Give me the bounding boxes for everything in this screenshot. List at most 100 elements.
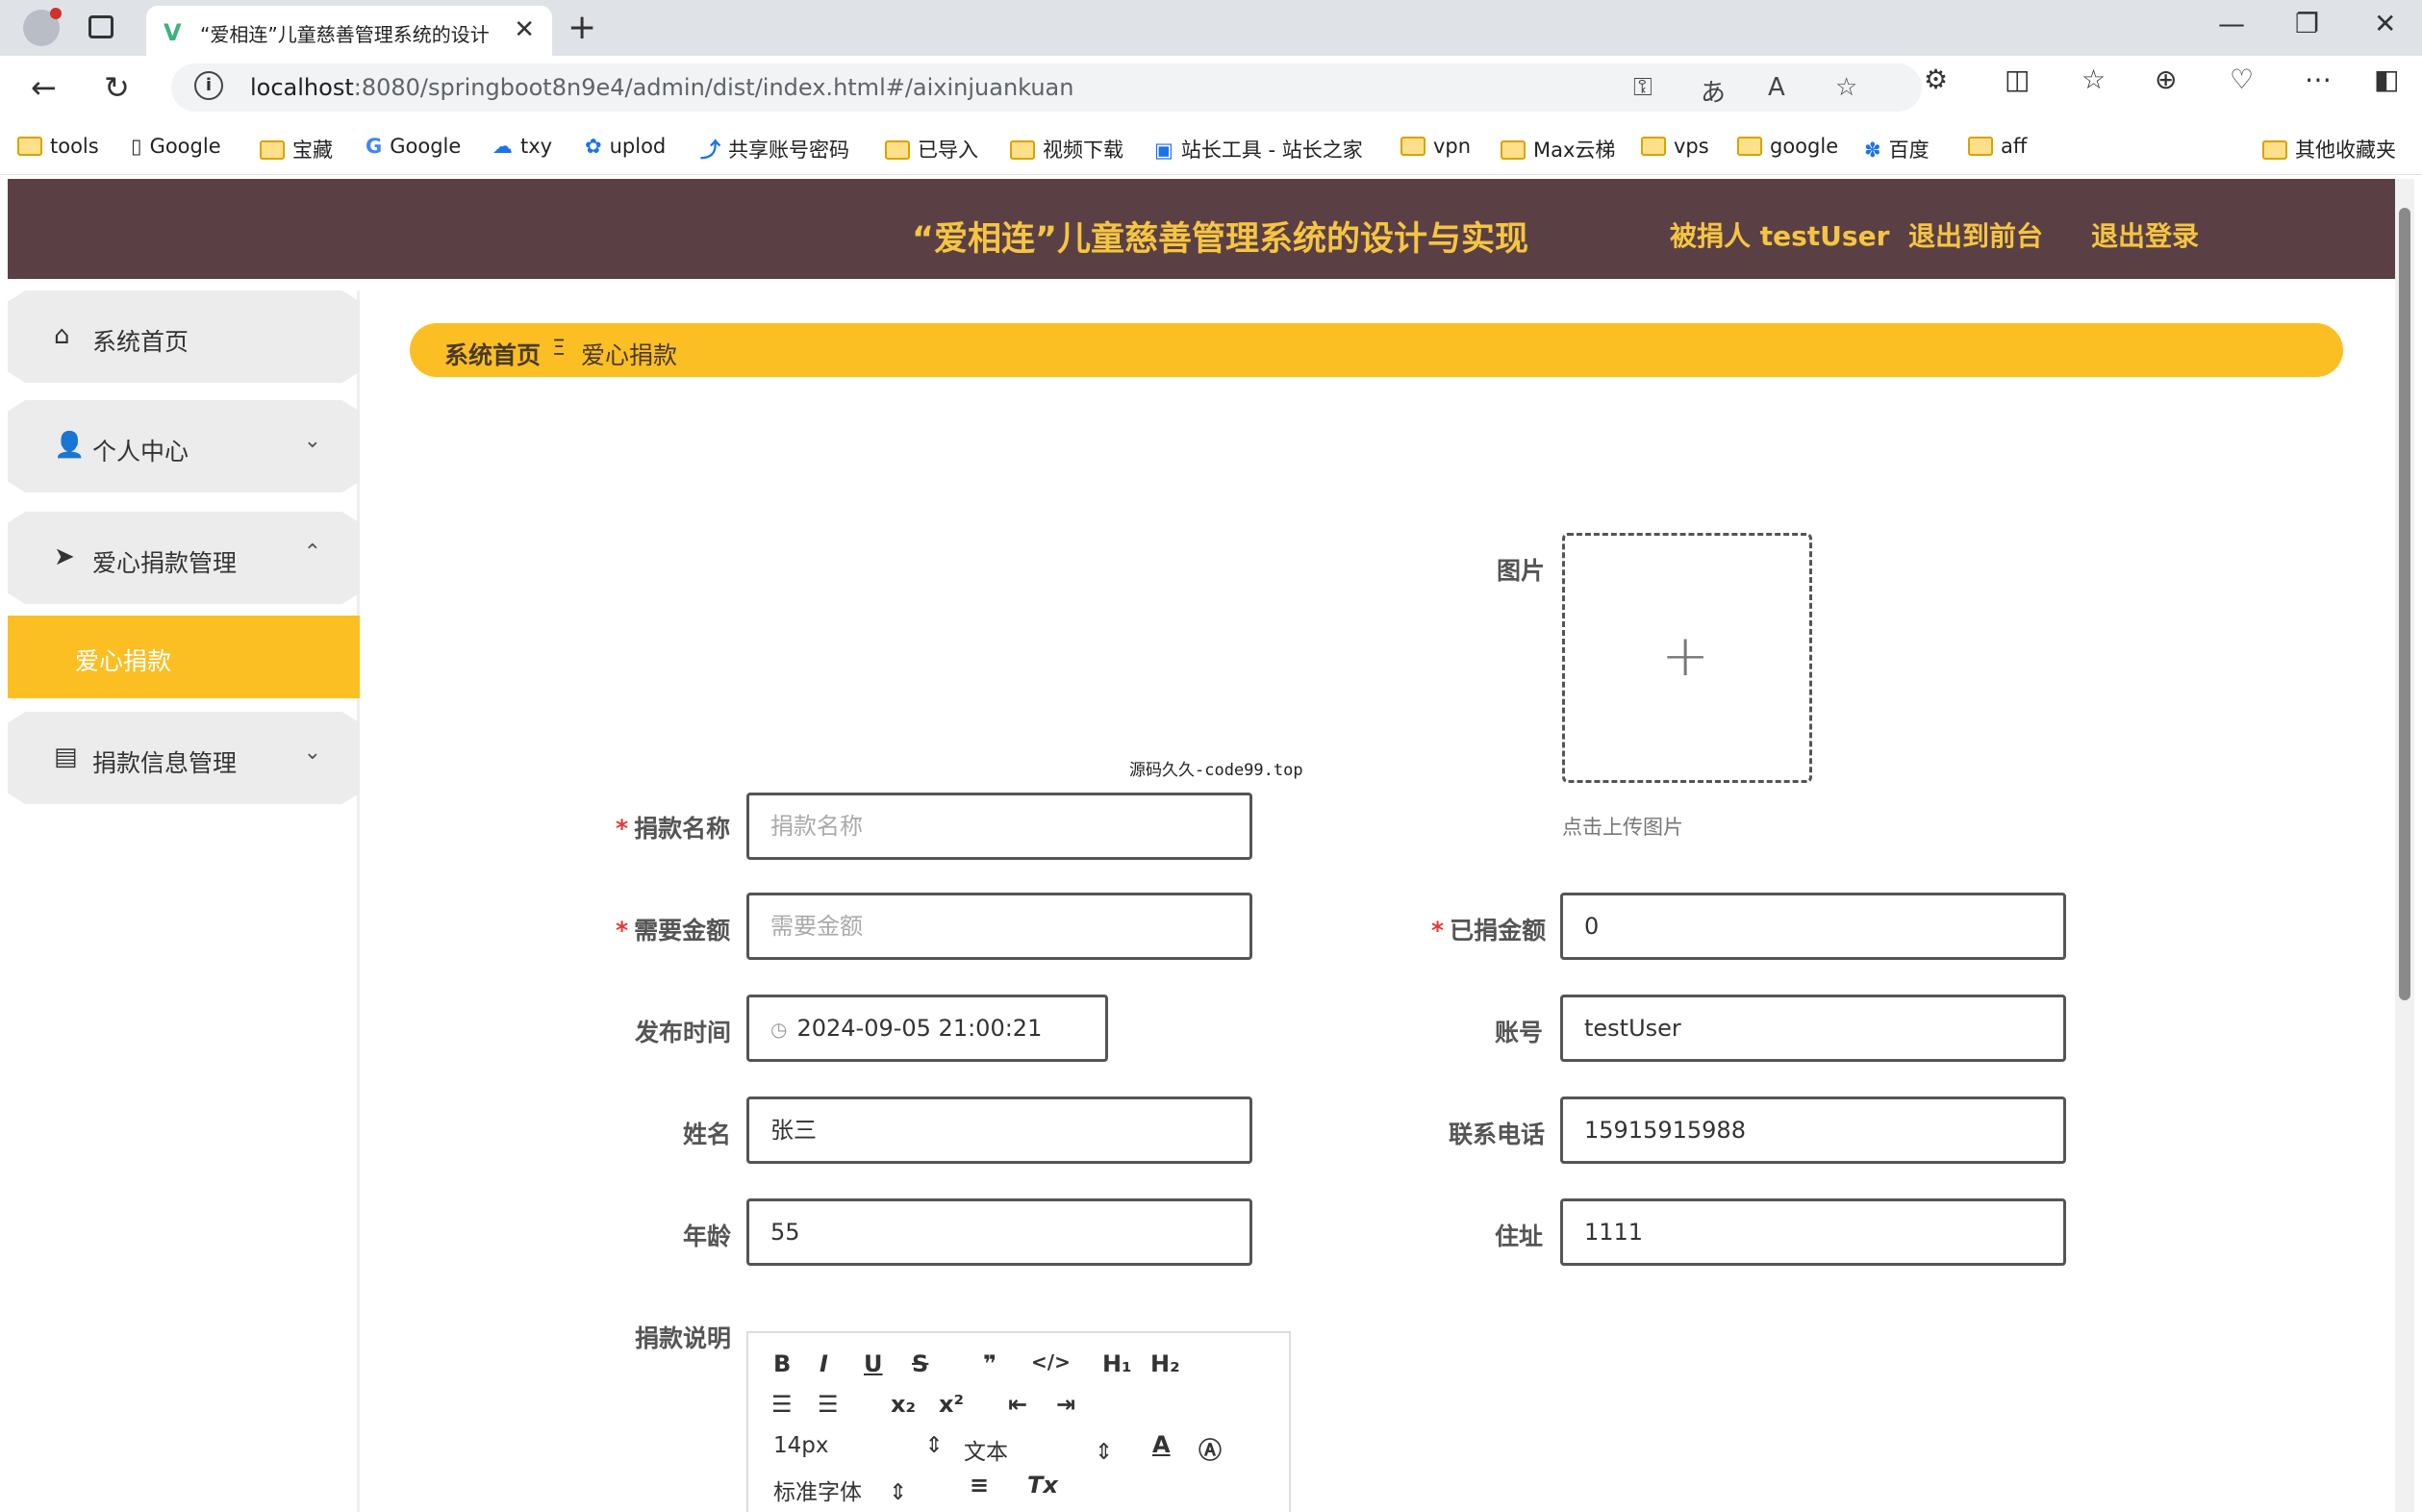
- browser-titlebar: V “爱相连”儿童慈善管理系统的设计 ✕ + — ❐ ✕: [0, 0, 2422, 56]
- bookmark-link[interactable]: ▣ 站长工具 - 站长之家: [1154, 135, 1363, 164]
- bookmark-folder[interactable]: vps: [1641, 135, 1709, 158]
- bookmark-link[interactable]: ▯ Google: [131, 135, 221, 158]
- tab-close-icon[interactable]: ✕: [514, 15, 535, 44]
- baidu-icon: ✽: [1864, 139, 1881, 162]
- folder-icon: [1010, 140, 1035, 160]
- split-screen-icon[interactable]: ◫: [2005, 63, 2030, 95]
- bookmark-folder[interactable]: Max云梯: [1501, 135, 1615, 164]
- code-block-icon[interactable]: </>: [1031, 1350, 1071, 1373]
- donation-name-input[interactable]: 捐款名称: [746, 793, 1252, 860]
- sidebar-toggle-icon[interactable]: ◧: [2374, 63, 2399, 95]
- font-color-icon[interactable]: A: [1152, 1431, 1171, 1458]
- collections-icon[interactable]: ⊕: [2155, 63, 2177, 95]
- tab-actions-icon[interactable]: [88, 15, 114, 38]
- font-family-select[interactable]: 标准字体 ⇕: [773, 1474, 907, 1506]
- sidebar-item-personal[interactable]: 👤 个人中心 ⌄: [8, 400, 360, 492]
- header2-icon[interactable]: H₂: [1150, 1350, 1180, 1377]
- image-upload[interactable]: +: [1562, 533, 1812, 783]
- more-icon[interactable]: ⋯: [2305, 63, 2332, 95]
- subscript-icon[interactable]: x₂: [891, 1391, 916, 1418]
- back-icon[interactable]: ←: [31, 69, 57, 106]
- scroll-thumb[interactable]: [2399, 208, 2410, 1000]
- bookmark-link[interactable]: G Google: [366, 135, 461, 158]
- read-aloud-icon[interactable]: A: [1768, 73, 1785, 102]
- sidebar-subitem-donation[interactable]: 爱心捐款: [8, 616, 360, 698]
- publish-time-picker[interactable]: ◷ 2024-09-05 21:00:21: [746, 995, 1108, 1062]
- bookmark-link[interactable]: ☁ txy: [492, 135, 552, 158]
- sidebar-item-home[interactable]: ⌂ 系统首页: [8, 290, 360, 383]
- key-icon[interactable]: ⚿: [1633, 73, 1653, 103]
- restore-icon[interactable]: ❐: [2295, 8, 2319, 39]
- bookmark-folder[interactable]: 宝藏: [260, 135, 333, 164]
- block-type-select[interactable]: 文本 ⇕: [964, 1433, 1113, 1466]
- new-tab-icon[interactable]: +: [568, 8, 596, 47]
- bookmark-folder[interactable]: google: [1737, 135, 1838, 158]
- bookmark-folder[interactable]: aff: [1968, 135, 2027, 158]
- select-arrows-icon: ⇕: [889, 1480, 908, 1505]
- underline-icon[interactable]: U: [864, 1350, 883, 1377]
- align-icon[interactable]: ≡: [970, 1472, 989, 1499]
- ordered-list-icon[interactable]: ☰: [771, 1391, 793, 1418]
- bookmarks-bar: tools ▯ Google 宝藏 G Google ☁ txy ✿ uplod ⤴ 共享…: [0, 121, 2422, 175]
- donated-amount-input[interactable]: 0: [1560, 893, 2066, 960]
- bookmark-folder[interactable]: 已导入: [885, 135, 978, 164]
- bold-icon[interactable]: B: [773, 1350, 791, 1377]
- page-viewport: “爱相连”儿童慈善管理系统的设计与实现 被捐人 testUser 退出到前台 退…: [0, 175, 2422, 1512]
- blockquote-icon[interactable]: ❞: [983, 1350, 997, 1377]
- italic-icon[interactable]: I: [820, 1350, 828, 1377]
- translate-icon[interactable]: あ: [1701, 73, 1726, 109]
- superscript-icon[interactable]: x²: [939, 1391, 964, 1418]
- person-name-input[interactable]: 张三: [746, 1096, 1252, 1164]
- rich-text-editor[interactable]: B I U S ❞ </> H₁ H₂ ☰ ☰ x₂ x² ⇤ ⇥ 14px ⇕ …: [746, 1331, 1291, 1512]
- bookmark-folder[interactable]: tools: [17, 135, 99, 158]
- favorites-icon[interactable]: ☆: [2081, 63, 2106, 95]
- favorite-star-icon[interactable]: ☆: [1835, 73, 1857, 102]
- bookmark-folder[interactable]: 视频下载: [1010, 135, 1123, 164]
- outdent-icon[interactable]: ⇤: [1008, 1391, 1027, 1418]
- folder-icon: [1501, 140, 1526, 160]
- page-icon: ▯: [131, 135, 142, 158]
- close-window-icon[interactable]: ✕: [2374, 8, 2396, 39]
- profile-avatar[interactable]: [23, 8, 62, 46]
- bookmark-link[interactable]: ✿ uplod: [585, 135, 666, 158]
- clipboard-icon: ▤: [54, 743, 78, 771]
- bullet-list-icon[interactable]: ☰: [818, 1391, 839, 1418]
- bookmark-link[interactable]: ⤴ 共享账号密码: [700, 135, 849, 164]
- user-icon: 👤: [54, 431, 86, 460]
- age-input[interactable]: 55: [746, 1198, 1252, 1266]
- font-size-select[interactable]: 14px ⇕: [773, 1433, 944, 1458]
- strikethrough-icon[interactable]: S: [912, 1350, 928, 1377]
- bookmark-folder[interactable]: vpn: [1400, 135, 1471, 158]
- publish-time-label: 发布时间: [635, 1019, 732, 1046]
- clear-format-icon[interactable]: Tx: [1027, 1472, 1058, 1499]
- minimize-icon[interactable]: —: [2218, 8, 2245, 39]
- sidebar-item-donation-mgmt[interactable]: ➤ 爱心捐款管理 ⌃: [8, 512, 360, 604]
- page-scrollbar[interactable]: [2395, 179, 2414, 1512]
- other-bookmarks[interactable]: 其他收藏夹: [2262, 135, 2396, 164]
- sidebar-item-label: 个人中心: [92, 438, 189, 466]
- image-label: 图片: [1497, 557, 1546, 585]
- folder-icon: [1400, 137, 1425, 156]
- url-field[interactable]: i localhost:8080/springboot8n9e4/admin/d…: [171, 63, 1922, 112]
- refresh-icon[interactable]: ↻: [104, 69, 130, 106]
- site-info-icon[interactable]: i: [194, 71, 223, 100]
- phone-input[interactable]: 15915915988: [1560, 1096, 2066, 1164]
- indent-icon[interactable]: ⇥: [1056, 1391, 1075, 1418]
- logout-link[interactable]: 退出登录: [2091, 215, 2199, 254]
- background-color-icon[interactable]: Ⓐ: [1198, 1431, 1222, 1465]
- bookmark-link[interactable]: ✽ 百度: [1864, 135, 1930, 164]
- browser-tab[interactable]: V “爱相连”儿童慈善管理系统的设计 ✕: [146, 6, 552, 56]
- url-path: :8080/springboot8n9e4/admin/dist/index.h…: [353, 74, 1074, 101]
- performance-icon[interactable]: ♡: [2230, 63, 2254, 95]
- account-input[interactable]: testUser: [1560, 995, 2066, 1062]
- back-to-front-link[interactable]: 退出到前台: [1908, 215, 2043, 254]
- address-input[interactable]: 1111: [1560, 1198, 2066, 1266]
- sidebar-item-donation-info[interactable]: ▤ 捐款信息管理 ⌄: [8, 712, 360, 804]
- home-icon: ⌂: [54, 321, 70, 350]
- header1-icon[interactable]: H₁: [1102, 1350, 1132, 1377]
- uplod-icon: ✿: [585, 135, 602, 158]
- extensions-icon[interactable]: ⚙: [1924, 63, 1948, 95]
- tab-title: “爱相连”儿童慈善管理系统的设计: [200, 23, 489, 46]
- breadcrumb-home[interactable]: 系统首页: [444, 337, 541, 371]
- need-amount-input[interactable]: 需要金额: [746, 893, 1252, 960]
